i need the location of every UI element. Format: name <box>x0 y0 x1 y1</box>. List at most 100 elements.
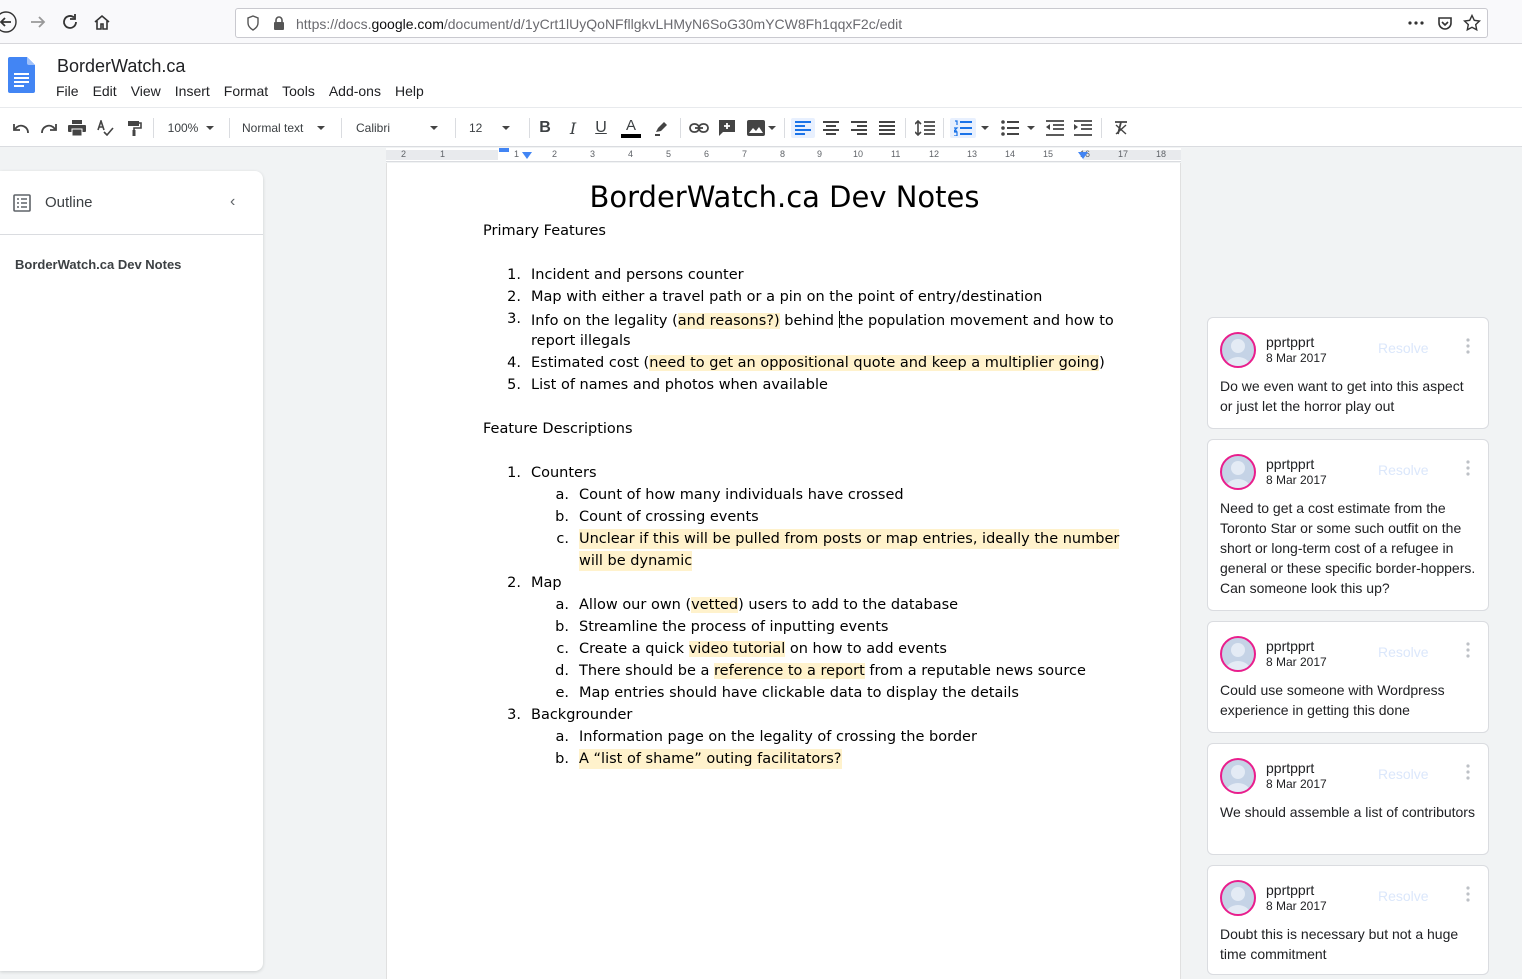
comment-highlight[interactable]: A “list of shame” outing facilitators? <box>579 749 842 769</box>
menu-tools[interactable]: Tools <box>282 83 322 99</box>
ruler[interactable]: 2 1 1 2 3 4 5 6 7 8 9 10 11 12 13 14 15 … <box>386 148 1181 162</box>
insert-image-icon[interactable] <box>744 118 778 138</box>
more-options-icon[interactable] <box>1466 764 1470 780</box>
line-spacing-icon[interactable] <box>912 118 938 138</box>
bulleted-list-dropdown[interactable] <box>1024 118 1038 138</box>
outline-header: Outline ‹ <box>0 171 263 235</box>
redo-icon[interactable] <box>38 118 60 138</box>
more-options-icon[interactable] <box>1466 886 1470 902</box>
numbered-list-icon[interactable] <box>950 118 976 138</box>
comment-highlight[interactable]: and reasons?) <box>677 313 780 329</box>
menu-format[interactable]: Format <box>224 83 275 99</box>
comment-card[interactable]: pprtpprt 8 Mar 2017 Resolve Could use so… <box>1207 621 1489 733</box>
ruler-number: 11 <box>891 149 901 159</box>
bold-icon[interactable]: B <box>535 118 555 138</box>
list-number: 3. <box>507 311 521 327</box>
outline-heading-entry[interactable]: BorderWatch.ca Dev Notes <box>15 257 181 272</box>
comment-date: 8 Mar 2017 <box>1266 655 1327 669</box>
add-comment-icon[interactable] <box>716 118 738 138</box>
comment-card[interactable]: pprtpprt 8 Mar 2017 Resolve Doubt this i… <box>1207 865 1489 975</box>
pocket-icon[interactable] <box>1437 15 1453 31</box>
resolve-button[interactable]: Resolve <box>1378 340 1429 356</box>
zoom-select[interactable]: 100% <box>160 118 222 138</box>
underline-icon[interactable]: U <box>591 118 611 138</box>
comment-author: pprtpprt <box>1266 882 1315 898</box>
spellcheck-icon[interactable] <box>94 118 116 138</box>
italic-icon[interactable]: I <box>563 118 583 138</box>
home-icon[interactable] <box>90 10 114 34</box>
more-options-icon[interactable] <box>1466 460 1470 476</box>
list-item: Map with either a travel path or a pin o… <box>531 289 1043 305</box>
docs-logo-icon[interactable] <box>8 57 35 93</box>
comment-highlight[interactable]: will be dynamic <box>579 551 693 571</box>
back-icon[interactable] <box>0 10 18 34</box>
bulleted-list-icon[interactable] <box>997 118 1023 138</box>
forward-icon[interactable] <box>26 10 50 34</box>
tracking-shield-icon[interactable] <box>246 15 260 31</box>
increase-indent-icon[interactable] <box>1071 118 1095 138</box>
clear-formatting-icon[interactable] <box>1109 118 1133 138</box>
comment-highlight[interactable]: reference to a report <box>714 663 865 679</box>
url-text[interactable]: https://docs.google.com/document/d/1yCrt… <box>296 16 902 32</box>
numbered-list-dropdown[interactable] <box>978 118 992 138</box>
align-left-icon[interactable] <box>791 118 815 138</box>
menu-edit[interactable]: Edit <box>93 83 124 99</box>
align-right-icon[interactable] <box>847 118 871 138</box>
left-indent-marker-icon[interactable] <box>522 152 532 160</box>
comment-highlight[interactable]: vetted <box>691 597 739 613</box>
ruler-number: 4 <box>628 149 634 159</box>
highlight-color-icon[interactable] <box>650 118 672 138</box>
menu-file[interactable]: File <box>56 83 86 99</box>
page-actions-icon[interactable] <box>1407 15 1425 31</box>
comment-highlight[interactable]: Unclear if this will be pulled from post… <box>579 529 1120 549</box>
ruler-number: 7 <box>742 149 748 159</box>
insert-link-icon[interactable] <box>687 118 711 138</box>
align-justify-icon[interactable] <box>875 118 899 138</box>
comment-date: 8 Mar 2017 <box>1266 473 1327 487</box>
comment-highlight[interactable]: need to get an oppositional quote and ke… <box>649 355 1100 371</box>
toolbar-divider <box>229 118 230 138</box>
first-line-indent-marker-icon[interactable] <box>499 148 513 160</box>
document-title[interactable]: BorderWatch.ca <box>57 56 185 77</box>
avatar <box>1220 758 1256 794</box>
font-size-select[interactable]: 12 <box>462 118 522 138</box>
bookmark-star-icon[interactable] <box>1463 14 1481 32</box>
text-color-icon[interactable]: A <box>619 118 643 138</box>
decrease-indent-icon[interactable] <box>1043 118 1067 138</box>
comment-card[interactable]: pprtpprt 8 Mar 2017 Resolve Need to get … <box>1207 439 1489 611</box>
comment-author: pprtpprt <box>1266 456 1315 472</box>
menu-insert[interactable]: Insert <box>175 83 217 99</box>
resolve-button[interactable]: Resolve <box>1378 644 1429 660</box>
reload-icon[interactable] <box>58 10 82 34</box>
ruler-number: 17 <box>1118 149 1129 159</box>
print-icon[interactable] <box>66 118 88 138</box>
comment-highlight[interactable]: video tutorial <box>688 641 786 657</box>
more-options-icon[interactable] <box>1466 338 1470 354</box>
align-center-icon[interactable] <box>819 118 843 138</box>
menu-help[interactable]: Help <box>395 83 431 99</box>
url-bar[interactable]: https://docs.google.com/document/d/1yCrt… <box>235 8 1488 38</box>
collapse-outline-icon[interactable]: ‹ <box>230 193 235 211</box>
toolbar-divider <box>153 118 154 138</box>
lock-icon[interactable] <box>272 15 286 31</box>
sublist-letter: b. <box>555 509 569 525</box>
ruler-number: 15 <box>1043 149 1054 159</box>
document-outline-panel: Outline ‹ BorderWatch.ca Dev Notes <box>0 171 263 971</box>
comment-card[interactable]: pprtpprt 8 Mar 2017 Resolve We should as… <box>1207 743 1489 855</box>
paragraph-style-select[interactable]: Normal text <box>236 118 334 138</box>
undo-icon[interactable] <box>10 118 32 138</box>
ruler-number: 14 <box>1005 149 1016 159</box>
sublist-letter: a. <box>555 729 570 745</box>
list-item: Map <box>531 575 562 591</box>
resolve-button[interactable]: Resolve <box>1378 462 1429 478</box>
menu-view[interactable]: View <box>131 83 168 99</box>
right-indent-marker-icon[interactable] <box>1078 152 1088 160</box>
document-page[interactable]: BorderWatch.ca Dev Notes Primary Feature… <box>386 163 1181 979</box>
resolve-button[interactable]: Resolve <box>1378 888 1429 904</box>
comment-card[interactable]: pprtpprt 8 Mar 2017 Resolve Do we even w… <box>1207 317 1489 429</box>
resolve-button[interactable]: Resolve <box>1378 766 1429 782</box>
more-options-icon[interactable] <box>1466 642 1470 658</box>
menu-addons[interactable]: Add-ons <box>329 83 388 99</box>
font-select[interactable]: Calibri <box>350 118 448 138</box>
paint-format-icon[interactable] <box>123 118 145 138</box>
